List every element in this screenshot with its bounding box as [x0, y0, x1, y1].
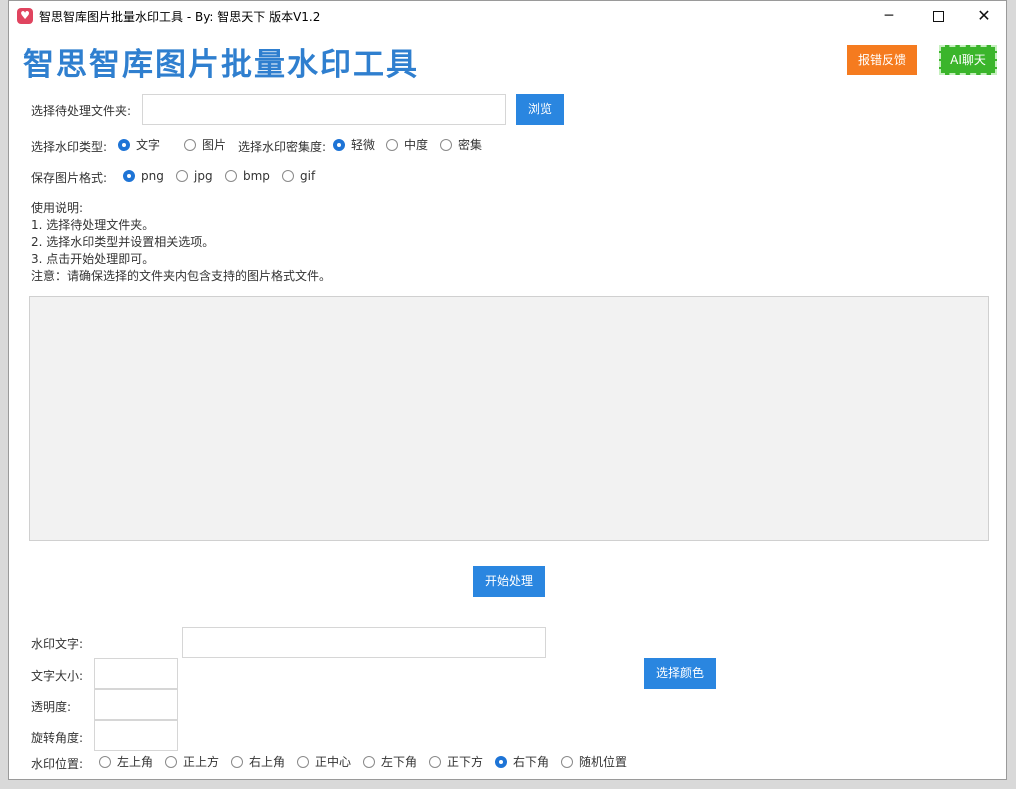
- app-brand-title: 智思智库图片批量水印工具: [23, 47, 419, 83]
- watermark-text-input[interactable]: [182, 627, 546, 658]
- font-size-input[interactable]: [94, 658, 178, 689]
- watermark-type-option-text[interactable]: 文字: [118, 137, 160, 153]
- font-size-label: 文字大小:: [31, 669, 84, 683]
- title-bar: ♥ 智思智库图片批量水印工具 - By: 智思天下 版本V1.2 ─ ✕: [9, 1, 1006, 31]
- radio-empty-icon: [429, 755, 441, 768]
- density-label: 选择水印密集度:: [238, 140, 327, 154]
- radio-empty-icon: [282, 169, 294, 182]
- format-option-gif[interactable]: gif: [282, 168, 315, 184]
- radio-empty-icon: [440, 138, 452, 151]
- position-option-random[interactable]: 随机位置: [561, 754, 627, 770]
- radio-selected-icon: [495, 755, 507, 768]
- folder-path-input[interactable]: [142, 94, 506, 125]
- close-button[interactable]: ✕: [961, 1, 1007, 31]
- instruction-line: 1. 选择待处理文件夹。: [31, 218, 155, 232]
- radio-empty-icon: [225, 169, 237, 182]
- position-option-top-right[interactable]: 右上角: [231, 754, 285, 770]
- opacity-label: 透明度:: [31, 700, 72, 714]
- window-title: 智思智库图片批量水印工具 - By: 智思天下 版本V1.2: [39, 10, 321, 24]
- format-option-jpg[interactable]: jpg: [176, 168, 213, 184]
- choose-color-button[interactable]: 选择颜色: [644, 658, 716, 689]
- density-option-light[interactable]: 轻微: [333, 137, 375, 153]
- maximize-button[interactable]: [915, 1, 961, 31]
- radio-empty-icon: [99, 755, 111, 768]
- position-label: 水印位置:: [31, 757, 84, 771]
- folder-label: 选择待处理文件夹:: [31, 104, 132, 118]
- instruction-line: 2. 选择水印类型并设置相关选项。: [31, 235, 215, 249]
- density-option-dense[interactable]: 密集: [440, 137, 482, 153]
- density-option-medium[interactable]: 中度: [386, 137, 428, 153]
- radio-empty-icon: [165, 755, 177, 768]
- log-output-area[interactable]: [29, 296, 989, 541]
- feedback-button[interactable]: 报错反馈: [847, 45, 917, 75]
- opacity-input[interactable]: [94, 689, 178, 720]
- format-option-bmp[interactable]: bmp: [225, 168, 270, 184]
- ai-chat-button[interactable]: AI聊天: [939, 45, 997, 75]
- format-option-png[interactable]: png: [123, 168, 164, 184]
- radio-empty-icon: [231, 755, 243, 768]
- position-option-top-left[interactable]: 左上角: [99, 754, 153, 770]
- instructions-title: 使用说明:: [31, 201, 84, 215]
- radio-empty-icon: [363, 755, 375, 768]
- watermark-type-option-image[interactable]: 图片: [184, 137, 226, 153]
- watermark-text-label: 水印文字:: [31, 637, 84, 651]
- instruction-line: 3. 点击开始处理即可。: [31, 252, 155, 266]
- instruction-note: 注意：请确保选择的文件夹内包含支持的图片格式文件。: [31, 269, 332, 283]
- format-label: 保存图片格式:: [31, 171, 108, 185]
- radio-selected-icon: [123, 169, 135, 182]
- radio-empty-icon: [561, 755, 573, 768]
- radio-selected-icon: [333, 138, 345, 151]
- radio-empty-icon: [184, 138, 196, 151]
- rotation-input[interactable]: [94, 720, 178, 751]
- position-option-bottom-center[interactable]: 正下方: [429, 754, 483, 770]
- position-option-top-center[interactable]: 正上方: [165, 754, 219, 770]
- radio-selected-icon: [118, 138, 130, 151]
- position-option-center[interactable]: 正中心: [297, 754, 351, 770]
- radio-empty-icon: [386, 138, 398, 151]
- usage-instructions: 使用说明: 1. 选择待处理文件夹。 2. 选择水印类型并设置相关选项。 3. …: [31, 200, 331, 285]
- app-window: ♥ 智思智库图片批量水印工具 - By: 智思天下 版本V1.2 ─ ✕ 智思智…: [8, 0, 1007, 780]
- heart-icon: ♥: [17, 8, 33, 24]
- start-processing-button[interactable]: 开始处理: [473, 566, 545, 597]
- radio-empty-icon: [297, 755, 309, 768]
- maximize-icon: [932, 10, 944, 22]
- minimize-button[interactable]: ─: [866, 1, 912, 31]
- position-option-bottom-left[interactable]: 左下角: [363, 754, 417, 770]
- radio-empty-icon: [176, 169, 188, 182]
- rotation-label: 旋转角度:: [31, 731, 84, 745]
- browse-button[interactable]: 浏览: [516, 94, 564, 125]
- position-option-bottom-right[interactable]: 右下角: [495, 754, 549, 770]
- watermark-type-label: 选择水印类型:: [31, 140, 108, 154]
